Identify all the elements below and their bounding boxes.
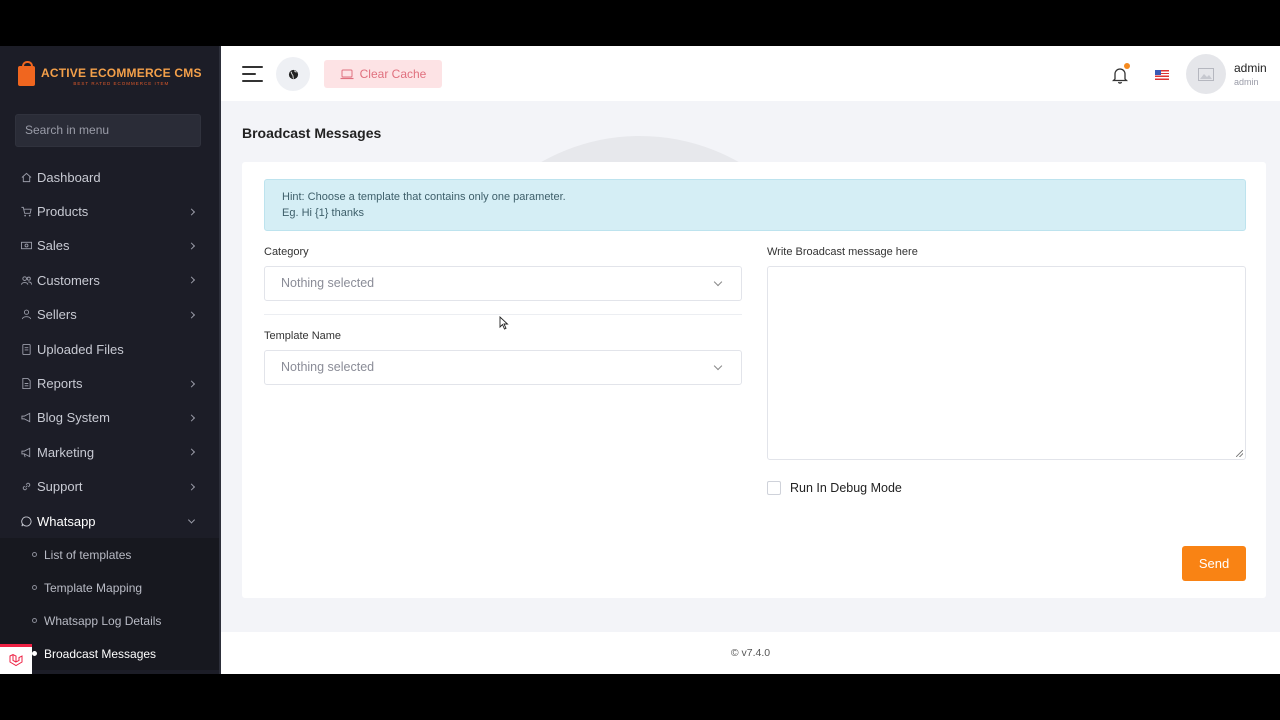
sidebar-subitem-template-mapping[interactable]: Template Mapping <box>0 571 219 605</box>
chevron-down-icon <box>713 361 723 371</box>
sidebar-menu: Dashboard Products Sales Customers Selle… <box>0 160 219 671</box>
sidebar-item-sellers[interactable]: Sellers <box>0 298 219 332</box>
sidebar-item-label: Products <box>37 204 89 220</box>
sidebar-item-label: Blog System <box>37 410 110 426</box>
resize-handle-icon[interactable] <box>1236 450 1243 457</box>
hint-example: Eg. Hi {1} thanks <box>282 206 364 219</box>
shopping-bag-icon <box>18 61 35 86</box>
sidebar-item-customers[interactable]: Customers <box>0 263 219 297</box>
chevron-right-icon <box>187 483 196 491</box>
sidebar-item-products[interactable]: Products <box>0 194 219 228</box>
sidebar-item-label: Marketing <box>37 444 95 460</box>
user-icon <box>21 309 32 320</box>
sidebar-item-reports[interactable]: Reports <box>0 366 219 400</box>
version-text: © v7.4.0 <box>730 647 771 659</box>
bullhorn-icon <box>21 447 32 458</box>
sidebar-item-label: Dashboard <box>37 169 101 185</box>
app-frame: ACTIVE ECOMMERCE CMS BEST RATED ECOMMERC… <box>0 46 1280 674</box>
sidebar-item-label: Support <box>37 479 83 495</box>
chevron-right-icon <box>187 311 196 319</box>
home-icon <box>21 172 32 183</box>
bullet-icon <box>32 618 37 624</box>
debug-mode-checkbox[interactable] <box>767 481 781 495</box>
template-name-label: Template Name <box>264 330 342 342</box>
broadcast-form-card: Hint: Choose a template that contains on… <box>242 162 1266 598</box>
category-select[interactable]: Nothing selected <box>264 266 742 301</box>
sidebar-subitem-whatsapp-log-details[interactable]: Whatsapp Log Details <box>0 604 219 638</box>
sidebar-item-marketing[interactable]: Marketing <box>0 435 219 469</box>
whatsapp-icon <box>21 516 32 527</box>
sidebar-item-label: Whatsapp <box>37 513 96 529</box>
laravel-logo-icon <box>0 644 32 674</box>
footer: © v7.4.0 <box>221 632 1280 674</box>
sidebar-item-blog-system[interactable]: Blog System <box>0 401 219 435</box>
sidebar-item-label: Sales <box>37 238 70 254</box>
sidebar-item-label: Reports <box>37 376 83 392</box>
sidebar-subitem-list-of-templates[interactable]: List of templates <box>0 538 219 572</box>
page-title: Broadcast Messages <box>242 125 382 141</box>
sidebar-item-support[interactable]: Support <box>0 470 219 504</box>
chevron-right-icon <box>187 276 196 284</box>
us-flag-icon[interactable] <box>1155 70 1169 80</box>
sidebar-item-label: Customers <box>37 272 100 288</box>
sidebar: ACTIVE ECOMMERCE CMS BEST RATED ECOMMERC… <box>0 46 221 674</box>
bullet-icon <box>32 585 37 591</box>
sidebar-item-label: Uploaded Files <box>37 341 124 357</box>
link-icon <box>21 481 32 492</box>
chevron-right-icon <box>187 448 196 456</box>
sidebar-subitem-label: Template Mapping <box>44 580 143 595</box>
template-name-select[interactable]: Nothing selected <box>264 350 742 385</box>
cart-icon <box>21 206 32 217</box>
chevron-right-icon <box>187 208 196 216</box>
bullet-icon <box>32 552 37 558</box>
sidebar-subitem-label: Broadcast Messages <box>44 646 157 661</box>
brand-tagline: BEST RATED ECOMMERCE ITEM <box>73 80 170 86</box>
file-icon <box>21 343 32 355</box>
chevron-down-icon <box>713 277 723 287</box>
chevron-right-icon <box>187 242 196 250</box>
sidebar-subitem-label: List of templates <box>44 547 132 562</box>
broadcast-message-textarea[interactable] <box>767 266 1246 460</box>
sidebar-item-whatsapp[interactable]: Whatsapp <box>0 504 219 538</box>
brand-logo[interactable]: ACTIVE ECOMMERCE CMS BEST RATED ECOMMERC… <box>18 61 202 88</box>
sidebar-subitem-label: Whatsapp Log Details <box>44 613 162 628</box>
menu-search-input[interactable]: Search in menu <box>15 114 201 147</box>
bullet-icon <box>32 651 37 657</box>
brand-name: ACTIVE ECOMMERCE CMS <box>41 65 202 80</box>
sidebar-item-dashboard[interactable]: Dashboard <box>0 160 219 194</box>
message-label: Write Broadcast message here <box>767 246 918 258</box>
users-icon <box>21 275 32 286</box>
template-select-value: Nothing selected <box>281 360 375 374</box>
debug-mode-label[interactable]: Run In Debug Mode <box>790 481 902 495</box>
user-role: admin <box>1234 77 1259 87</box>
chevron-right-icon <box>187 414 196 422</box>
chevron-down-icon <box>187 516 196 524</box>
send-button[interactable]: Send <box>1182 546 1246 581</box>
clear-cache-button[interactable]: Clear Cache <box>324 60 442 88</box>
sidebar-item-sales[interactable]: Sales <box>0 229 219 263</box>
category-select-value: Nothing selected <box>281 276 375 290</box>
user-name[interactable]: admin <box>1234 61 1267 75</box>
sidebar-subitem-broadcast-messages[interactable]: Broadcast Messages <box>0 637 219 671</box>
clear-cache-label: Clear Cache <box>359 67 427 81</box>
notification-dot <box>1124 63 1130 69</box>
report-icon <box>21 378 32 390</box>
sidebar-item-uploaded-files[interactable]: Uploaded Files <box>0 332 219 366</box>
category-label: Category <box>264 246 309 258</box>
avatar[interactable] <box>1186 54 1226 94</box>
hint-alert: Hint: Choose a template that contains on… <box>264 179 1246 231</box>
hint-line: Hint: Choose a template that contains on… <box>282 191 566 203</box>
money-icon <box>21 240 32 251</box>
menu-toggle-icon[interactable] <box>242 66 263 82</box>
sidebar-item-label: Sellers <box>37 307 77 323</box>
topbar: Clear Cache admin admin <box>221 46 1280 101</box>
image-placeholder-icon <box>1198 67 1214 81</box>
laptop-icon <box>340 69 354 79</box>
chevron-right-icon <box>187 379 196 388</box>
divider <box>264 314 742 315</box>
globe-icon[interactable] <box>276 57 310 91</box>
mouse-cursor-icon <box>499 316 509 330</box>
megaphone-icon <box>21 412 32 423</box>
